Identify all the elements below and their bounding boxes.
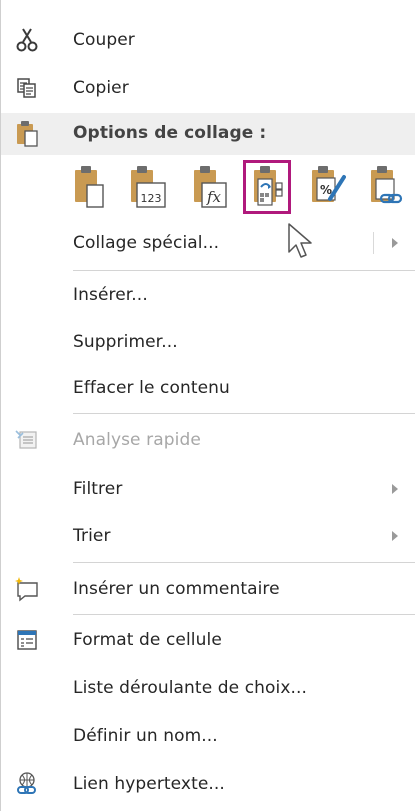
clipboard-formulas-icon: fx <box>194 166 227 208</box>
menu-item-label: Trier <box>73 526 111 546</box>
menu-item-label: Insérer... <box>73 285 148 305</box>
submenu-arrow-icon <box>392 531 398 541</box>
clipboard-values-icon: 123 <box>131 166 166 208</box>
scissors-icon <box>10 23 44 57</box>
svg-text:%: % <box>320 183 332 197</box>
menu-separator <box>73 614 415 615</box>
menu-item-hyperlink[interactable]: Lien hypertexte... <box>1 762 415 806</box>
menu-item-quick-analysis: Analyse rapide <box>1 418 415 462</box>
menu-separator <box>73 413 415 414</box>
menu-item-label: Filtrer <box>73 479 123 499</box>
paste-values-button[interactable]: 123 <box>123 160 171 214</box>
menu-item-dropdown-list[interactable]: Liste déroulante de choix... <box>1 666 415 710</box>
menu-item-insert-comment[interactable]: Insérer un commentaire <box>1 567 415 611</box>
paste-options-row: 123 fx % <box>63 160 415 216</box>
submenu-arrow-icon <box>392 238 398 248</box>
clipboard-formatting-icon: % <box>312 166 346 202</box>
clipboard-link-icon <box>371 166 403 204</box>
menu-item-label: Collage spécial... <box>73 233 220 253</box>
paste-formatting-button[interactable]: % <box>303 160 351 214</box>
paste-transpose-button[interactable] <box>243 160 291 214</box>
submenu-arrow-icon <box>392 484 398 494</box>
menu-item-filter[interactable]: Filtrer <box>1 467 415 511</box>
menu-item-insert[interactable]: Insérer... <box>1 273 415 317</box>
clipboard-icon <box>75 166 104 208</box>
menu-item-label: Format de cellule <box>73 630 222 650</box>
paste-options-label: Options de collage : <box>73 123 267 143</box>
svg-text:fx: fx <box>206 188 222 206</box>
clipboard-transpose-icon <box>254 166 283 206</box>
split-button-divider <box>373 232 374 254</box>
menu-item-label: Liste déroulante de choix... <box>73 678 308 698</box>
paste-options-header: Options de collage : <box>1 113 415 155</box>
menu-item-label: Supprimer... <box>73 332 178 352</box>
menu-item-label: Insérer un commentaire <box>73 579 280 599</box>
menu-item-label: Définir un nom... <box>73 726 218 746</box>
menu-separator <box>73 270 415 271</box>
hyperlink-icon <box>10 767 44 801</box>
format-cells-icon <box>10 623 44 657</box>
menu-item-sort[interactable]: Trier <box>1 514 415 558</box>
menu-item-copy[interactable]: Copier <box>1 66 415 110</box>
menu-separator <box>73 562 415 563</box>
paste-formulas-button[interactable]: fx <box>185 160 233 214</box>
menu-item-label: Analyse rapide <box>73 430 201 450</box>
copy-icon <box>10 71 44 105</box>
menu-item-delete[interactable]: Supprimer... <box>1 320 415 364</box>
quick-analysis-icon <box>10 423 44 457</box>
paste-button[interactable] <box>65 160 113 214</box>
menu-item-paste-special[interactable]: Collage spécial... <box>1 221 415 265</box>
menu-item-format-cells[interactable]: Format de cellule <box>1 618 415 662</box>
menu-item-label: Effacer le contenu <box>73 378 230 398</box>
context-menu: Couper Copier Options de collage : 123 f… <box>0 0 415 811</box>
menu-item-label: Lien hypertexte... <box>73 774 225 794</box>
menu-item-cut[interactable]: Couper <box>1 18 415 62</box>
mouse-pointer-icon <box>288 223 312 258</box>
clipboard-paste-icon <box>10 117 44 151</box>
menu-item-clear-contents[interactable]: Effacer le contenu <box>1 366 415 410</box>
menu-item-define-name[interactable]: Définir un nom... <box>1 714 415 758</box>
paste-link-button[interactable] <box>363 160 411 214</box>
menu-item-label: Copier <box>73 78 129 98</box>
menu-item-label: Couper <box>73 30 135 50</box>
svg-text:123: 123 <box>141 192 162 205</box>
new-comment-icon <box>10 572 44 606</box>
